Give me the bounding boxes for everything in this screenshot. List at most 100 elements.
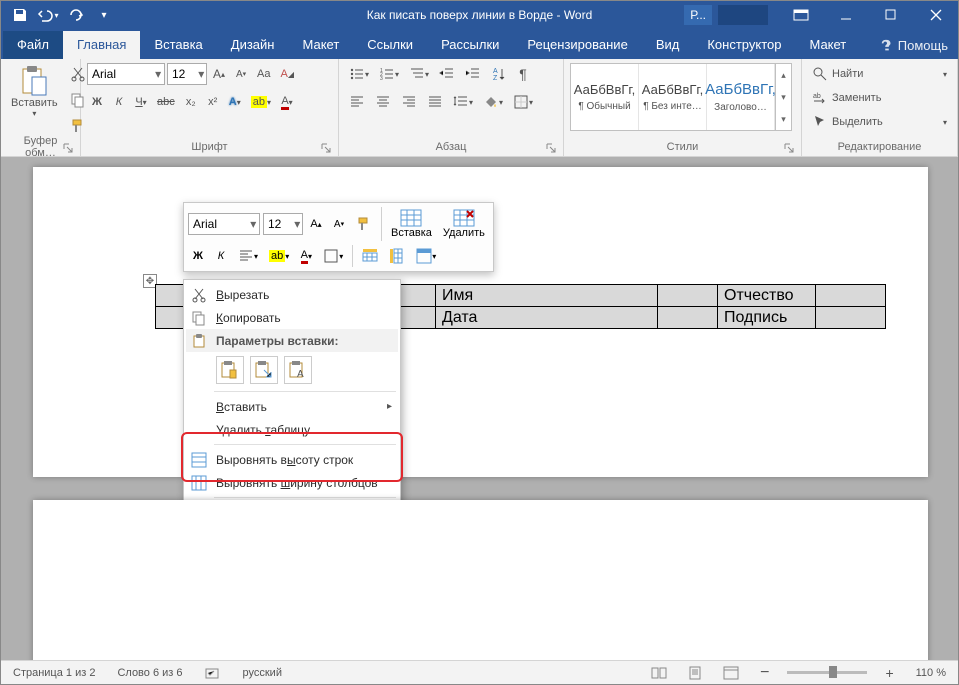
style-normal[interactable]: АаБбВвГг,¶ Обычный [571,64,639,130]
mini-align-button[interactable]: ▾ [234,245,262,267]
tell-me-search[interactable]: Помощь [870,32,958,59]
line-spacing-button[interactable]: ▾ [449,91,477,113]
font-size-combo[interactable]: ▾ [167,63,207,85]
font-color-button[interactable]: A▾ [277,91,297,113]
styles-launcher-icon[interactable] [783,142,795,154]
redo-button[interactable] [65,4,87,26]
view-web-button[interactable] [720,664,742,682]
shrink-font-button[interactable]: A▾ [231,63,251,85]
tab-file[interactable]: Файл [3,31,63,59]
paste-merge-button[interactable] [250,356,278,384]
zoom-slider[interactable] [787,671,867,674]
paste-button[interactable]: Вставить ▾ [7,63,62,133]
bold-button[interactable]: Ж [87,91,107,113]
mini-italic-button[interactable]: К [211,245,231,267]
ctx-distribute-cols[interactable]: Выровнять ширину столбцов [186,471,398,494]
zoom-in-button[interactable]: + [881,666,897,680]
close-button[interactable] [913,1,958,29]
status-words[interactable]: Слово 6 из 6 [113,665,186,681]
font-name-combo[interactable]: ▾ [87,63,165,85]
style-nospacing[interactable]: АаБбВвГг,¶ Без инте… [639,64,707,130]
document-area[interactable]: ✥ Имя Отчество Дата Подпись ▾ ▾ A▴ [1,157,958,660]
save-button[interactable] [9,4,31,26]
mini-insert-button[interactable]: Вставка [387,207,436,241]
clear-formatting-button[interactable]: A◢ [277,63,299,85]
style-heading1[interactable]: АаБбВвГг,Заголово… [707,64,775,130]
styles-gallery[interactable]: АаБбВвГг,¶ Обычный АаБбВвГг,¶ Без инте… … [570,63,792,131]
text-effects-button[interactable]: A▾ [225,91,245,113]
increase-indent-button[interactable] [461,63,485,85]
align-right-button[interactable] [397,91,421,113]
tab-home[interactable]: Главная [63,31,140,59]
mini-font-color-button[interactable]: A▾ [296,245,316,267]
tab-references[interactable]: Ссылки [353,31,427,59]
highlight-button[interactable]: ab▾ [247,91,275,113]
ribbon-options-button[interactable] [778,1,823,29]
minimize-button[interactable] [823,1,868,29]
superscript-button[interactable]: x² [203,91,223,113]
borders-button[interactable]: ▾ [509,91,537,113]
sort-button[interactable]: AZ [487,63,511,85]
clipboard-launcher-icon[interactable] [62,142,74,154]
bullets-button[interactable]: ▾ [345,63,373,85]
paste-keep-source-button[interactable] [216,356,244,384]
italic-button[interactable]: К [109,91,129,113]
select-button[interactable]: Выделить▾ [808,111,951,133]
ctx-insert[interactable]: Вставить▸ [186,395,398,418]
view-print-button[interactable] [684,664,706,682]
grow-font-button[interactable]: A▴ [209,63,229,85]
change-case-button[interactable]: Aa [253,63,274,85]
mini-font-combo[interactable]: ▾ [188,213,260,235]
status-spellcheck[interactable] [201,664,225,682]
numbering-button[interactable]: 123▾ [375,63,403,85]
show-paragraph-marks-button[interactable]: ¶ [513,63,533,85]
tab-insert[interactable]: Вставка [140,31,216,59]
status-page[interactable]: Страница 1 из 2 [9,665,99,681]
zoom-level[interactable]: 110 % [912,665,950,681]
align-justify-button[interactable] [423,91,447,113]
user-name-area[interactable] [718,5,768,25]
ctx-delete-table[interactable]: Удалить таблицу [186,418,398,441]
mini-insert-cols-button[interactable] [385,245,409,267]
mini-borders-button[interactable]: ▾ [319,245,347,267]
tab-view[interactable]: Вид [642,31,694,59]
decrease-indent-button[interactable] [435,63,459,85]
mini-insert-rows-button[interactable] [358,245,382,267]
tab-design[interactable]: Дизайн [217,31,289,59]
subscript-button[interactable]: x₂ [181,91,201,113]
tab-table-layout[interactable]: Макет [795,31,860,59]
mini-size-combo[interactable]: ▾ [263,213,303,235]
tab-mailings[interactable]: Рассылки [427,31,513,59]
styles-gallery-more[interactable]: ▴▾▾ [775,64,791,130]
tab-layout[interactable]: Макет [288,31,353,59]
mini-delete-button[interactable]: Удалить [439,207,489,241]
strikethrough-button[interactable]: abc [153,91,179,113]
ctx-cut[interactable]: ВВырезатьырезать [186,283,398,306]
mini-grow-font-button[interactable]: A▴ [306,213,326,235]
qat-customize-button[interactable]: ▾ [93,4,115,26]
mini-cell-styles-button[interactable]: ▾ [412,245,440,267]
shading-button[interactable]: ▾ [479,91,507,113]
zoom-out-button[interactable]: − [756,666,773,680]
align-left-button[interactable] [345,91,369,113]
mini-bold-button[interactable]: Ж [188,245,208,267]
ctx-distribute-rows[interactable]: Выровнять высоту строк [186,448,398,471]
paste-text-only-button[interactable]: A [284,356,312,384]
find-button[interactable]: Найти▾ [808,63,951,85]
maximize-button[interactable] [868,1,913,29]
undo-button[interactable]: ▾ [37,4,59,26]
status-language[interactable]: русский [239,665,286,681]
multilevel-list-button[interactable]: ▾ [405,63,433,85]
mini-highlight-button[interactable]: ab▾ [265,245,293,267]
mini-format-painter-button[interactable] [352,213,376,235]
user-badge[interactable]: Р... [684,5,712,25]
paragraph-launcher-icon[interactable] [545,142,557,154]
font-launcher-icon[interactable] [320,142,332,154]
replace-button[interactable]: ab Заменить [808,87,951,109]
ctx-copy[interactable]: Копировать [186,306,398,329]
tab-review[interactable]: Рецензирование [513,31,641,59]
mini-shrink-font-button[interactable]: A▾ [329,213,349,235]
tab-table-design[interactable]: Конструктор [693,31,795,59]
view-read-button[interactable] [648,664,670,682]
align-center-button[interactable] [371,91,395,113]
